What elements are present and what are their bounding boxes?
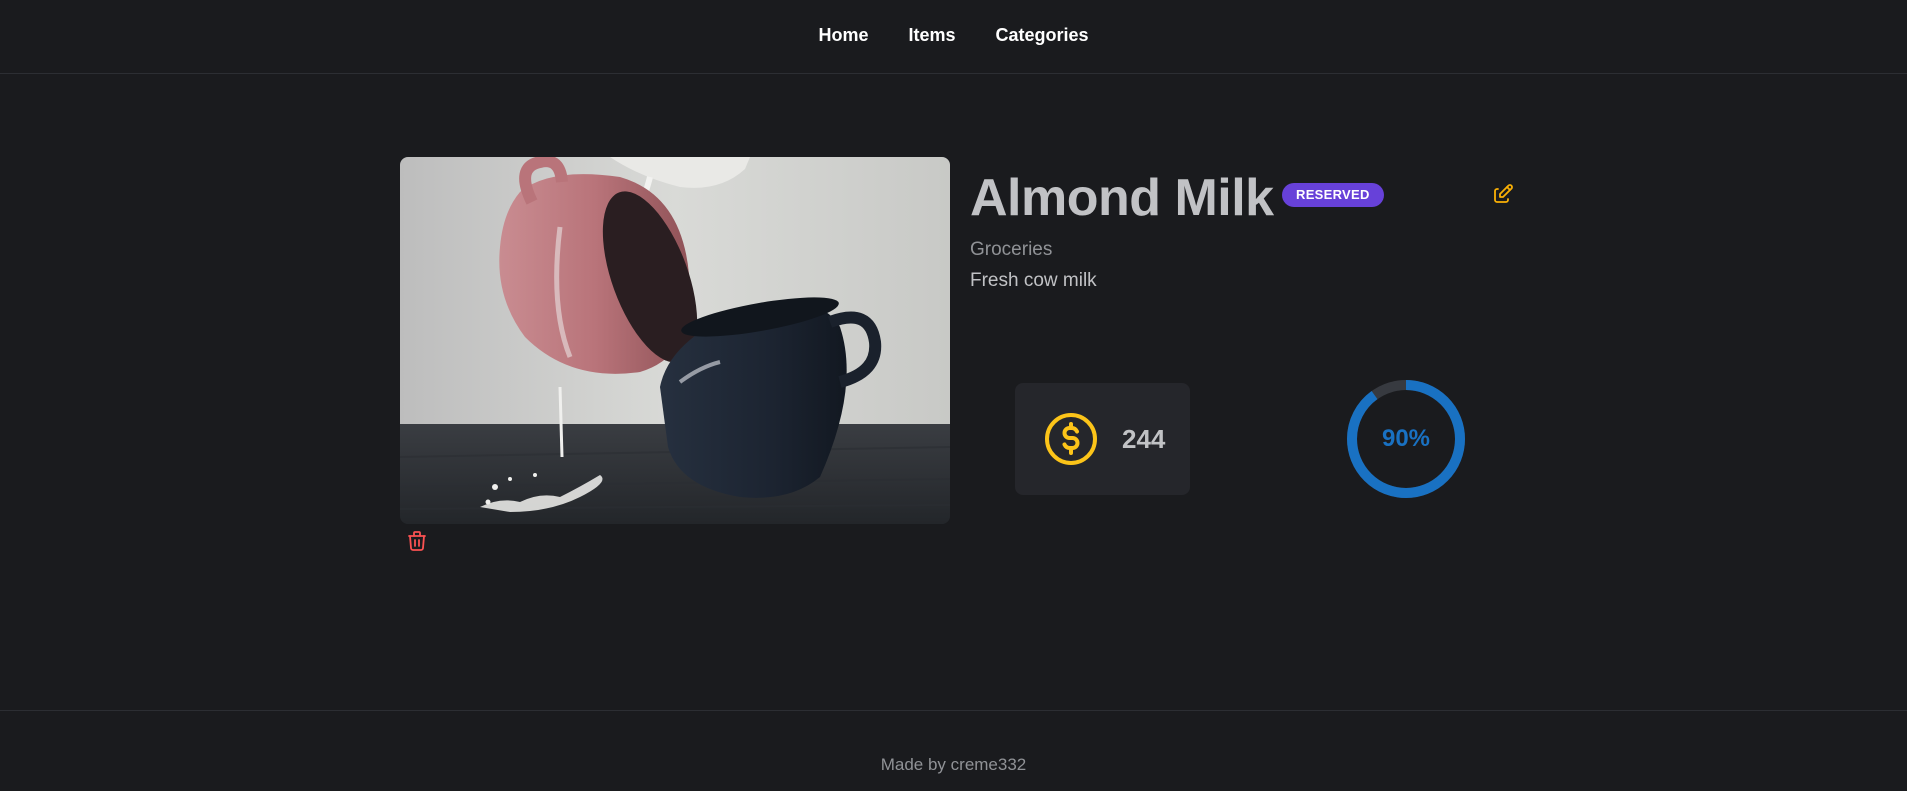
nav-items-link[interactable]: Items xyxy=(908,25,955,46)
nav-categories-link[interactable]: Categories xyxy=(996,25,1089,46)
pencil-edit-icon[interactable] xyxy=(1491,182,1515,206)
top-navigation: Home Items Categories xyxy=(0,0,1907,74)
footer: Made by creme332 xyxy=(0,710,1907,791)
trash-icon[interactable] xyxy=(405,529,429,553)
dollar-coin-icon xyxy=(1045,413,1097,465)
price-card: 244 xyxy=(1015,383,1190,495)
item-description: Fresh cow milk xyxy=(970,270,1097,291)
nav-home-link[interactable]: Home xyxy=(818,25,868,46)
progress-label: 90% xyxy=(1381,425,1431,452)
status-badge: RESERVED xyxy=(1282,183,1384,207)
item-image xyxy=(400,157,950,524)
footer-credit: Made by creme332 xyxy=(880,755,1027,774)
item-category: Groceries xyxy=(970,239,1053,260)
item-title: Almond Milk xyxy=(970,169,1274,227)
price-value: 244 xyxy=(1122,424,1166,454)
